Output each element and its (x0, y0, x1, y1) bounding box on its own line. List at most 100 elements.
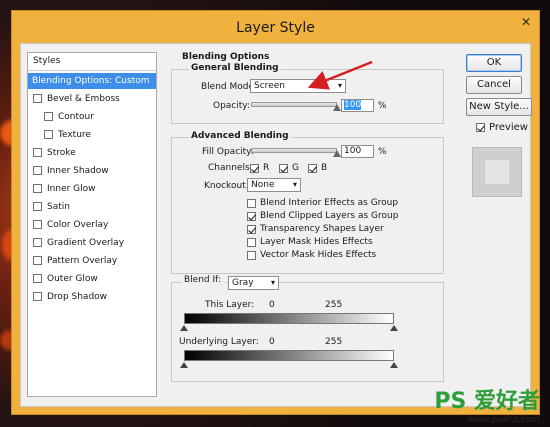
blend-mode-value: Screen (254, 81, 285, 91)
style-checkbox[interactable] (33, 220, 42, 229)
channel-checkbox[interactable] (250, 164, 259, 173)
fill-opacity-slider-thumb[interactable] (333, 150, 341, 157)
style-item-label: Gradient Overlay (47, 238, 125, 248)
style-checkbox[interactable] (33, 292, 42, 301)
preview-label: Preview (489, 122, 528, 133)
style-item[interactable]: Color Overlay (28, 217, 156, 233)
advanced-option-label: Layer Mask Hides Effects (260, 237, 373, 247)
channel-label: B (321, 163, 328, 173)
advanced-option-checkbox[interactable] (247, 251, 256, 260)
new-style-button[interactable]: New Style... (466, 98, 532, 116)
style-item-label: Inner Shadow (47, 166, 109, 176)
style-checkbox[interactable] (44, 130, 53, 139)
style-item[interactable]: Inner Shadow (28, 163, 156, 179)
channel-checkbox[interactable] (279, 164, 288, 173)
style-item[interactable]: Gradient Overlay (28, 235, 156, 251)
styles-panel: Styles Blending Options: Custom Bevel & E… (27, 52, 157, 397)
style-item-label: Bevel & Emboss (47, 94, 120, 104)
style-item-label: Pattern Overlay (47, 256, 118, 266)
style-item[interactable]: Pattern Overlay (28, 253, 156, 269)
channel-checkbox[interactable] (308, 164, 317, 173)
style-checkbox[interactable] (33, 166, 42, 175)
style-item-label: Outer Glow (47, 274, 98, 284)
preview-checkbox[interactable] (476, 123, 485, 132)
style-item[interactable]: Bevel & Emboss (28, 91, 156, 107)
style-checkbox[interactable] (44, 112, 53, 121)
style-item[interactable]: Stroke (28, 145, 156, 161)
blend-if-select[interactable]: Gray ▾ (228, 276, 279, 290)
blending-options-title: Blending Options (180, 52, 272, 62)
style-item[interactable]: Outer Glow (28, 271, 156, 287)
chevron-down-icon: ▾ (270, 278, 275, 287)
channel-label: G (292, 163, 299, 173)
opacity-slider-thumb[interactable] (333, 104, 341, 111)
style-item-label: Satin (47, 202, 70, 212)
blend-mode-label: Blend Mode: (201, 82, 258, 92)
ok-button[interactable]: OK (466, 54, 522, 72)
layer-style-dialog: Layer Style ✕ Styles Blending Options: C… (11, 10, 540, 415)
blend-if-value: Gray (232, 278, 254, 288)
fill-opacity-unit: % (378, 147, 387, 157)
this-layer-label: This Layer: (205, 300, 255, 310)
fill-opacity-slider[interactable] (251, 148, 337, 153)
general-blending-title: General Blending (189, 63, 281, 73)
style-checkbox[interactable] (33, 202, 42, 211)
advanced-option-checkbox[interactable] (247, 238, 256, 247)
style-checkbox[interactable] (33, 238, 42, 247)
fill-opacity-value: 100 (344, 146, 362, 156)
styles-header[interactable]: Styles (28, 53, 156, 71)
style-item-label: Inner Glow (47, 184, 96, 194)
channel-label: R (263, 163, 270, 173)
this-layer-gradient[interactable] (184, 313, 394, 324)
advanced-option-label: Transparency Shapes Layer (260, 224, 384, 234)
style-item[interactable]: Inner Glow (28, 181, 156, 197)
opacity-label: Opacity: (213, 101, 250, 111)
advanced-blending-title: Advanced Blending (189, 131, 291, 141)
style-preview-inner (485, 160, 509, 184)
style-item[interactable]: Contour (28, 109, 156, 125)
this-layer-white-stop[interactable] (390, 325, 398, 331)
cancel-button[interactable]: Cancel (466, 76, 522, 94)
watermark: PS 爱好者 www.psahz.com (434, 383, 540, 425)
style-checkbox[interactable] (33, 256, 42, 265)
style-item[interactable]: Drop Shadow (28, 289, 156, 305)
advanced-option-checkbox[interactable] (247, 225, 256, 234)
this-layer-max: 255 (325, 300, 343, 310)
knockout-select[interactable]: None ▾ (247, 178, 301, 192)
knockout-value: None (251, 180, 275, 190)
style-checkbox[interactable] (33, 94, 42, 103)
style-item-label: Color Overlay (47, 220, 109, 230)
style-item-label: Contour (58, 112, 94, 122)
dialog-title: Layer Style (236, 20, 315, 36)
underlying-layer-white-stop[interactable] (390, 362, 398, 368)
underlying-layer-gradient[interactable] (184, 350, 394, 361)
fill-opacity-input[interactable]: 100 (341, 145, 374, 158)
blend-if-group (171, 282, 444, 382)
this-layer-black-stop[interactable] (180, 325, 188, 331)
channels-label: Channels: (208, 163, 253, 173)
opacity-slider[interactable] (251, 102, 337, 107)
style-checkbox[interactable] (33, 184, 42, 193)
style-checkbox[interactable] (33, 274, 42, 283)
style-item[interactable]: Satin (28, 199, 156, 215)
underlying-layer-black-stop[interactable] (180, 362, 188, 368)
style-item-label: Stroke (47, 148, 76, 158)
watermark-logo: PS 爱好者 (434, 389, 540, 414)
style-checkbox[interactable] (33, 148, 42, 157)
annotation-arrow (307, 60, 373, 90)
chevron-down-icon: ▾ (292, 180, 297, 189)
knockout-label: Knockout: (204, 181, 249, 191)
style-item[interactable]: Blending Options: Custom (28, 73, 156, 89)
style-preview-swatch (472, 147, 522, 197)
style-item[interactable]: Texture (28, 127, 156, 143)
advanced-option-checkbox[interactable] (247, 199, 256, 208)
style-item-label: Blending Options: Custom (32, 76, 150, 86)
style-item-label: Drop Shadow (47, 292, 108, 302)
advanced-option-label: Blend Interior Effects as Group (260, 198, 399, 208)
advanced-option-checkbox[interactable] (247, 212, 256, 221)
advanced-option-label: Blend Clipped Layers as Group (260, 211, 399, 221)
opacity-input[interactable]: 100 (341, 99, 374, 112)
fill-opacity-label: Fill Opacity: (202, 147, 254, 157)
close-button[interactable]: ✕ (518, 15, 534, 31)
underlying-layer-label: Underlying Layer: (179, 337, 259, 347)
